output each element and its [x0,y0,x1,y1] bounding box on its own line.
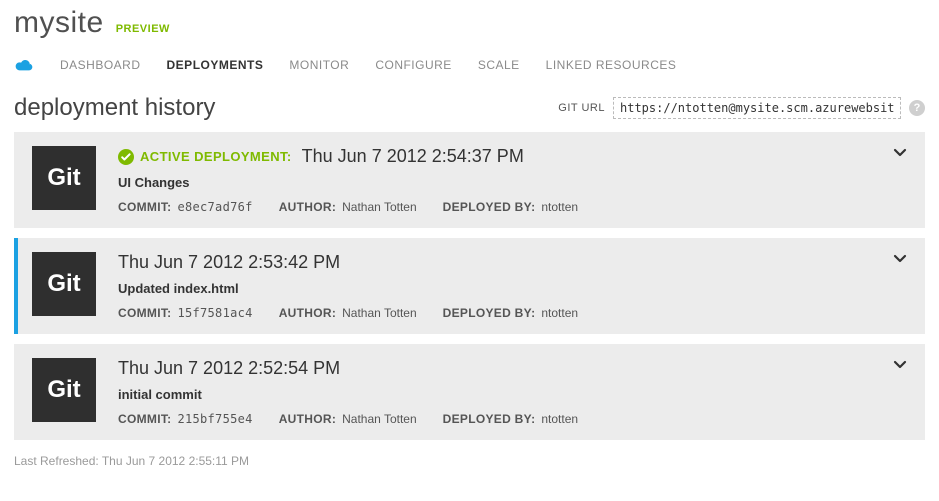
last-refreshed: Last Refreshed: Thu Jun 7 2012 2:55:11 P… [14,454,925,468]
deployed-by-name: ntotten [541,412,578,426]
deployment-card[interactable]: Git ACTIVE DEPLOYMENT: Thu Jun 7 2012 2:54… [14,132,925,228]
deployment-body: ACTIVE DEPLOYMENT: Thu Jun 7 2012 2:54:37… [118,146,907,214]
nav-linked-resources[interactable]: LINKED RESOURCES [546,58,677,72]
commit-hash: 215bf755e4 [177,412,252,426]
nav-scale[interactable]: SCALE [478,58,520,72]
deployment-meta: COMMIT: 215bf755e4 AUTHOR: Nathan Totten DEP… [118,412,907,426]
commit-hash: 15f7581ac4 [177,306,252,320]
help-icon[interactable]: ? [909,100,925,116]
active-deployment-label: ACTIVE DEPLOYMENT: [140,149,292,164]
section-title: deployment history [14,94,215,122]
commit-label: COMMIT: [118,200,171,214]
commit-label: COMMIT: [118,412,171,426]
site-header: mysite PREVIEW [14,0,925,40]
deployed-by-label: DEPLOYED BY: [443,200,536,214]
deployment-time: Thu Jun 7 2012 2:52:54 PM [118,358,340,379]
author-name: Nathan Totten [342,412,417,426]
deployment-card[interactable]: Git Thu Jun 7 2012 2:52:54 PM initial comm… [14,344,925,440]
deployment-list: Git ACTIVE DEPLOYMENT: Thu Jun 7 2012 2:54… [14,132,925,440]
commit-message: initial commit [118,387,907,402]
main-nav: DASHBOARD DEPLOYMENTS MONITOR CONFIGURE … [14,58,925,72]
check-circle-icon [118,149,134,165]
chevron-down-icon[interactable] [891,356,909,374]
deployment-card[interactable]: Git Thu Jun 7 2012 2:53:42 PM Updated inde… [14,238,925,334]
commit-message: Updated index.html [118,281,907,296]
git-tile: Git [32,146,96,210]
deployment-time: Thu Jun 7 2012 2:54:37 PM [302,146,524,167]
nav-dashboard[interactable]: DASHBOARD [60,58,141,72]
author-name: Nathan Totten [342,306,417,320]
cloud-icon [14,58,34,72]
git-url-label: GIT URL [558,102,605,114]
author-label: AUTHOR: [279,412,336,426]
deployed-by-label: DEPLOYED BY: [443,412,536,426]
active-deployment-badge: ACTIVE DEPLOYMENT: [118,149,292,165]
deployed-by-label: DEPLOYED BY: [443,306,536,320]
deployment-meta: COMMIT: 15f7581ac4 AUTHOR: Nathan Totten DEP… [118,306,907,320]
nav-configure[interactable]: CONFIGURE [375,58,452,72]
preview-label: PREVIEW [116,23,170,35]
author-name: Nathan Totten [342,200,417,214]
nav-monitor[interactable]: MONITOR [289,58,349,72]
commit-message: UI Changes [118,175,907,190]
chevron-down-icon[interactable] [891,250,909,268]
deployment-time: Thu Jun 7 2012 2:53:42 PM [118,252,340,273]
author-label: AUTHOR: [279,306,336,320]
deployment-body: Thu Jun 7 2012 2:52:54 PM initial commit C… [118,358,907,426]
deployed-by-name: ntotten [541,306,578,320]
git-tile: Git [32,358,96,422]
nav-deployments[interactable]: DEPLOYMENTS [167,58,264,72]
deployment-body: Thu Jun 7 2012 2:53:42 PM Updated index.h… [118,252,907,320]
author-label: AUTHOR: [279,200,336,214]
page-title: mysite [14,6,104,40]
git-tile: Git [32,252,96,316]
deployment-meta: COMMIT: e8ec7ad76f AUTHOR: Nathan Totten DEP… [118,200,907,214]
commit-hash: e8ec7ad76f [177,200,252,214]
deployed-by-name: ntotten [541,200,578,214]
chevron-down-icon[interactable] [891,144,909,162]
git-url-input[interactable] [613,97,901,119]
commit-label: COMMIT: [118,306,171,320]
